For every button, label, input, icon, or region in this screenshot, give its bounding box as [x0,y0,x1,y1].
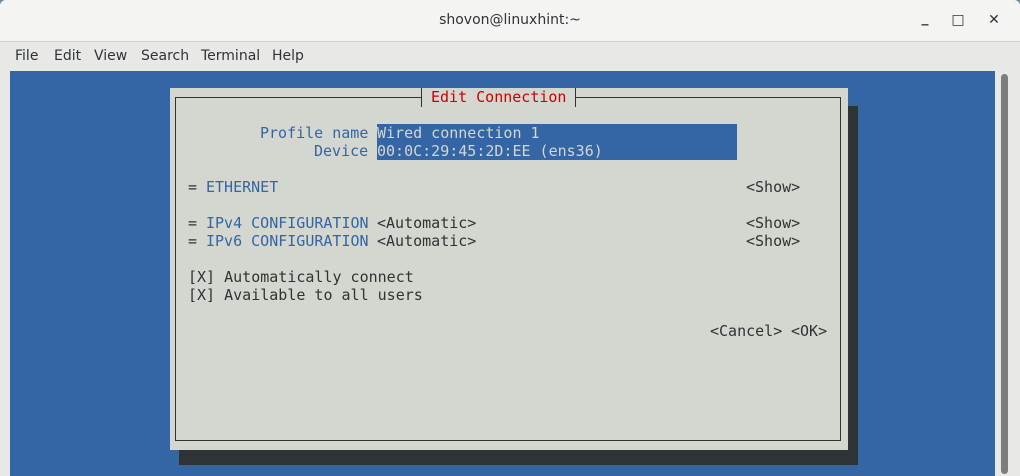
title-bar: shovon@linuxhint:~ _ □ ✕ [0,0,1020,42]
minimize-icon[interactable]: _ [915,10,935,30]
ethernet-marker: = [188,178,198,196]
dialog-shadow [848,106,858,465]
ipv4-section: IPv4 CONFIGURATION [206,214,369,232]
scrollbar[interactable] [1001,74,1008,474]
ethernet-section: ETHERNET [206,178,279,196]
ipv6-method-dropdown[interactable]: <Automatic> [377,232,476,250]
menu-edit[interactable]: Edit [54,48,81,64]
ipv4-show-button[interactable]: <Show> [746,214,800,232]
menu-view[interactable]: View [94,48,127,64]
window-title: shovon@linuxhint:~ [439,12,581,28]
menu-file[interactable]: File [15,48,38,64]
terminal-window: shovon@linuxhint:~ _ □ ✕ File Edit View … [0,0,1020,476]
device-label: Device [314,142,369,160]
menu-search[interactable]: Search [141,48,189,64]
dialog-title: Edit Connection [422,88,576,106]
ipv6-show-button[interactable]: <Show> [746,232,800,250]
ipv4-method-dropdown[interactable]: <Automatic> [377,214,476,232]
dialog-shadow-bottom [179,450,858,465]
cancel-button[interactable]: <Cancel> [710,322,782,340]
ethernet-show-button[interactable]: <Show> [746,178,800,196]
profile-name-label: Profile name [260,124,369,142]
ipv4-marker: = [188,214,198,232]
auto-connect-checkbox[interactable]: [X] Automatically connect [188,268,414,286]
menu-terminal[interactable]: Terminal [201,48,260,64]
all-users-checkbox[interactable]: [X] Available to all users [188,286,423,304]
ok-button[interactable]: <OK> [791,322,827,340]
menu-help[interactable]: Help [272,48,304,64]
device-input[interactable]: 00:0C:29:45:2D:EE (ens36) [377,142,737,160]
profile-name-input[interactable]: Wired connection 1 [377,124,737,142]
ipv6-section: IPv6 CONFIGURATION [206,232,369,250]
maximize-icon[interactable]: □ [948,12,968,32]
close-icon[interactable]: ✕ [984,12,1004,32]
menu-bar: File Edit View Search Terminal Help [0,42,1020,70]
ipv6-marker: = [188,232,198,250]
